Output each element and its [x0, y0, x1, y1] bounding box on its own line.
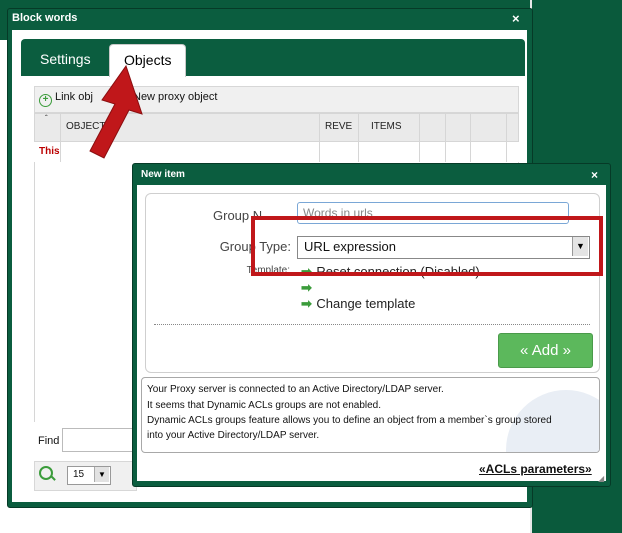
- dialog-title: Block words: [12, 12, 78, 24]
- info-line: Your Proxy server is connected to an Act…: [147, 384, 444, 395]
- sort-icon[interactable]: ˆ: [45, 114, 48, 123]
- find-label: Find: [38, 435, 60, 447]
- plus-circle-icon: +: [39, 94, 52, 107]
- add-button[interactable]: « Add »: [498, 333, 593, 368]
- info-line: into your Active Directory/LDAP server.: [147, 430, 320, 441]
- info-line: It seems that Dynamic ACLs groups are no…: [147, 400, 382, 411]
- page-size-value: 15: [73, 469, 85, 480]
- arrow-right-icon: ➡: [301, 296, 312, 311]
- acl-parameters-link[interactable]: «ACLs parameters»: [479, 462, 592, 476]
- close-icon[interactable]: ×: [512, 11, 520, 26]
- new-proxy-object-label: New proxy object: [133, 91, 218, 103]
- highlight-box: [251, 216, 603, 276]
- separator: [154, 324, 590, 325]
- new-item-title: New item: [141, 169, 185, 180]
- info-line: Dynamic ACLs groups feature allows you t…: [147, 415, 552, 426]
- close-icon[interactable]: ×: [591, 168, 598, 182]
- arrow-right-icon: ➡: [301, 280, 312, 295]
- red-arrow-pointer-icon: [89, 64, 143, 159]
- column-items[interactable]: ITEMS: [371, 121, 402, 132]
- change-template-link[interactable]: ➡ Change template: [301, 295, 415, 313]
- chevron-down-icon[interactable]: ▼: [94, 467, 109, 482]
- row-object-name: This: [39, 146, 60, 157]
- change-template-label: Change template: [316, 296, 416, 311]
- find-input[interactable]: [62, 428, 136, 452]
- column-reverse[interactable]: REVE: [325, 121, 352, 132]
- resize-grip-icon[interactable]: ◢: [598, 474, 604, 483]
